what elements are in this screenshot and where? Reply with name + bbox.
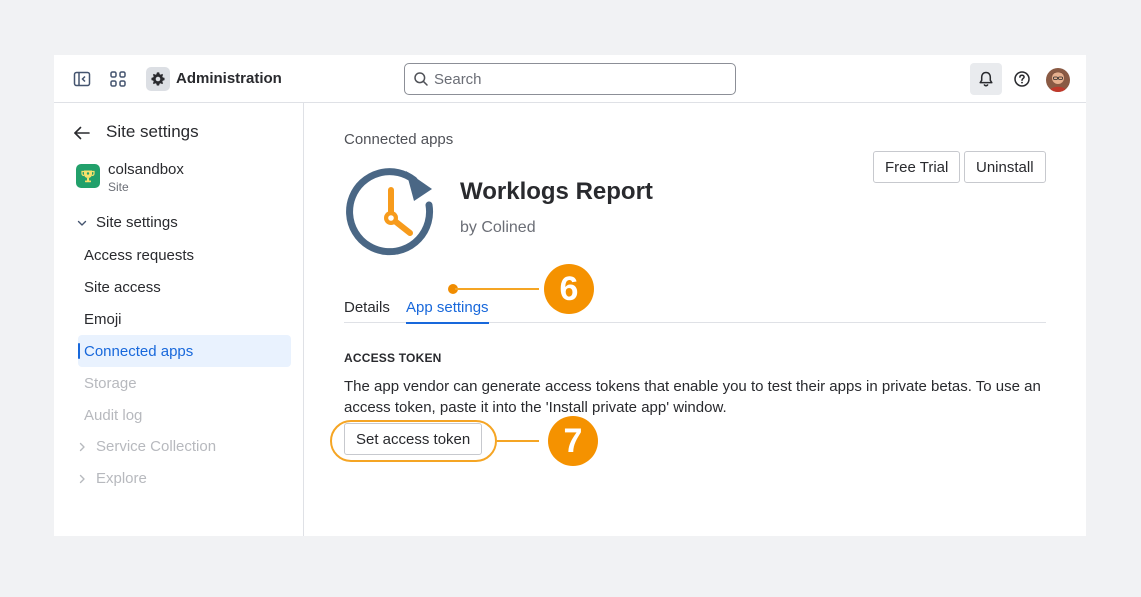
back-arrow-icon[interactable]: [72, 123, 92, 143]
chevron-right-icon: [79, 474, 85, 483]
app-name: Worklogs Report: [460, 178, 653, 205]
search-input[interactable]: [434, 68, 724, 90]
chevron-down-icon: [77, 220, 87, 226]
uninstall-button[interactable]: Uninstall: [964, 151, 1046, 183]
admin-window: Administration Site settings colsandbox …: [54, 55, 1086, 536]
administration-gear-icon[interactable]: [146, 67, 170, 91]
search-icon: [414, 72, 428, 86]
step-badge-6: 6: [544, 264, 594, 314]
sidebar-group-label: Site settings: [96, 214, 178, 231]
user-avatar[interactable]: [1046, 68, 1070, 92]
settings-sidebar: Site settings colsandbox Site Site setti…: [54, 103, 304, 536]
top-navigation-bar: Administration: [54, 55, 1086, 103]
sidebar-item-storage: Storage: [84, 374, 137, 392]
sidebar-title: Site settings: [106, 122, 199, 141]
site-logo-icon: [76, 164, 100, 188]
breadcrumb[interactable]: Connected apps: [344, 131, 453, 148]
sidebar-toggle-icon[interactable]: [70, 67, 94, 91]
free-trial-button[interactable]: Free Trial: [873, 151, 961, 183]
sidebar-item-emoji[interactable]: Emoji: [78, 303, 291, 335]
sidebar-item-site-access[interactable]: Site access: [78, 271, 291, 303]
sidebar-item-connected-apps[interactable]: Connected apps: [78, 335, 291, 367]
annotation-connector-line: [497, 440, 539, 442]
annotation-connector-line: [455, 288, 539, 290]
notifications-button[interactable]: [970, 63, 1002, 95]
chevron-right-icon: [79, 442, 85, 451]
sidebar-group-label: Explore: [96, 470, 147, 487]
site-name: colsandbox: [108, 161, 184, 178]
sidebar-group-site-settings[interactable]: Site settings: [76, 214, 178, 231]
annotation-highlight-ring: [330, 420, 497, 462]
tab-details[interactable]: Details: [344, 299, 390, 322]
tab-app-settings[interactable]: App settings: [406, 299, 489, 324]
sidebar-group-service-collection: Service Collection: [76, 438, 216, 455]
app-switcher-icon[interactable]: [106, 67, 130, 91]
section-heading: ACCESS TOKEN: [344, 351, 442, 365]
sidebar-item-access-requests[interactable]: Access requests: [78, 239, 291, 271]
section-description: The app vendor can generate access token…: [344, 378, 1041, 416]
site-type-label: Site: [108, 180, 129, 194]
app-vendor: by Colined: [460, 219, 536, 236]
search-box[interactable]: [404, 63, 736, 95]
main-content: Connected apps Worklogs Report by Coline…: [304, 103, 1086, 536]
worklogs-clock-icon: [346, 168, 434, 256]
sidebar-group-explore: Explore: [76, 470, 147, 487]
help-icon[interactable]: [1010, 67, 1034, 91]
bell-icon: [979, 71, 993, 87]
step-badge-7: 7: [548, 416, 598, 466]
app-title[interactable]: Administration: [176, 70, 282, 87]
sidebar-item-audit-log: Audit log: [84, 406, 143, 424]
app-tabs: Details App settings: [344, 291, 1046, 324]
sidebar-group-label: Service Collection: [96, 438, 217, 455]
